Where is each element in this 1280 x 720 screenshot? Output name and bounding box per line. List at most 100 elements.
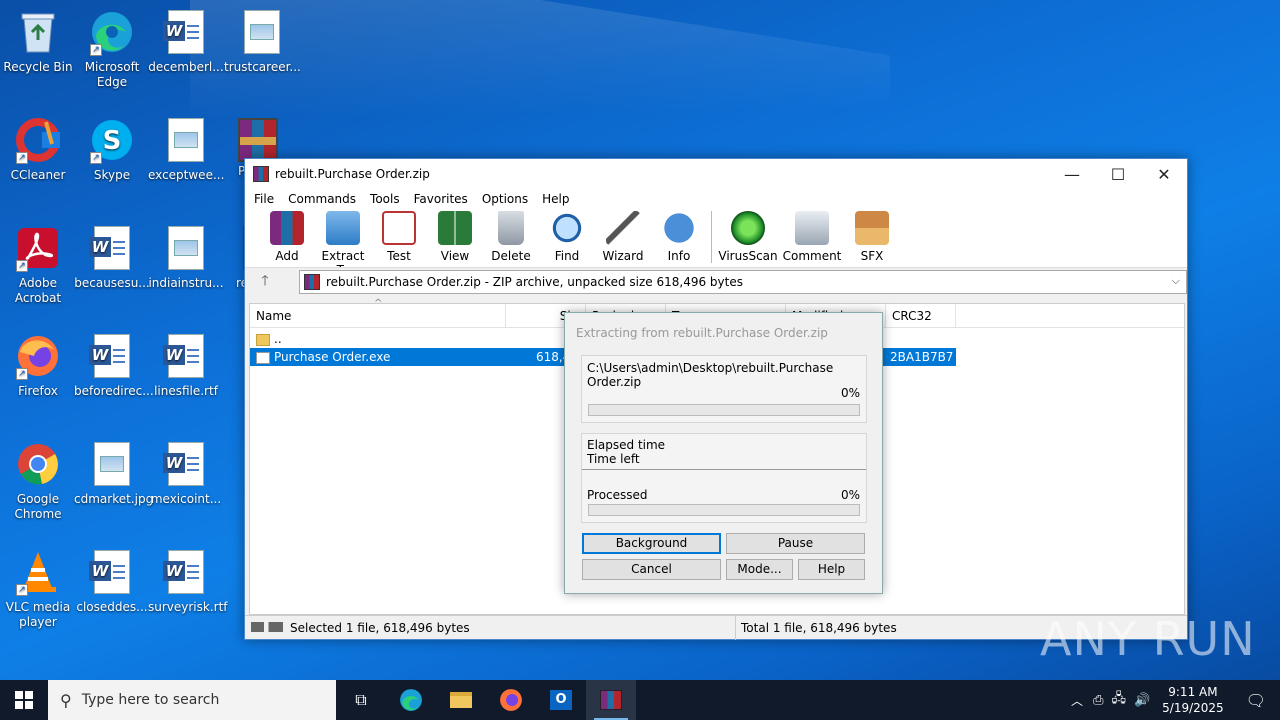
- toolbar-view-button[interactable]: View: [427, 209, 483, 263]
- overall-progress-panel: Elapsed time Time left Processed 0%: [581, 433, 867, 523]
- archive-path-field[interactable]: rebuilt.Purchase Order.zip - ZIP archive…: [299, 270, 1187, 294]
- column-crc32[interactable]: CRC32: [886, 304, 956, 328]
- desktop-icon-label: mexicoint...: [150, 492, 222, 506]
- drive-icon: [251, 622, 283, 632]
- menu-options[interactable]: Options: [475, 192, 535, 206]
- desktop-icon-doc[interactable]: W surveyrisk.rtf: [148, 548, 228, 615]
- skype-icon: S ↗: [88, 116, 136, 164]
- desktop-icon-chrome[interactable]: Google Chrome: [0, 440, 76, 522]
- toolbar: Add Extract To Test View Delete Find Wiz…: [245, 209, 1187, 277]
- background-button[interactable]: Background: [582, 533, 721, 554]
- help-button[interactable]: Help: [798, 559, 865, 580]
- edge-icon: ↗: [88, 8, 136, 56]
- desktop-icon-label: indiainstru...: [148, 276, 224, 290]
- desktop-icon-doc[interactable]: W mexicoint...: [148, 440, 224, 507]
- vlc-cone-icon: ↗: [14, 548, 62, 596]
- word-doc-icon: W: [88, 224, 136, 272]
- edge-icon: [400, 689, 422, 711]
- toolbar-label: Info: [667, 249, 691, 263]
- meet-now-icon[interactable]: ⎙: [1093, 693, 1103, 708]
- clock[interactable]: 9:11 AM 5/19/2025: [1162, 684, 1224, 716]
- winrar-app-icon: [600, 690, 622, 710]
- desktop-icon-label: exceptwee...: [148, 168, 225, 182]
- menu-file[interactable]: File: [247, 192, 281, 206]
- volume-icon[interactable]: 🔊: [1134, 693, 1150, 708]
- maximize-button[interactable]: ☐: [1095, 159, 1141, 189]
- menu-help[interactable]: Help: [535, 192, 576, 206]
- taskbar-firefox[interactable]: [486, 680, 536, 720]
- svg-text:S: S: [103, 126, 122, 156]
- folder-icon: [450, 692, 472, 708]
- toolbar-wizard-button[interactable]: Wizard: [595, 209, 651, 263]
- toolbar-sfx-button[interactable]: SFX: [844, 209, 900, 263]
- extract-source-path: C:\Users\admin\Desktop\rebuilt.Purchase …: [587, 361, 834, 389]
- word-doc-icon: W: [88, 548, 136, 596]
- minimize-button[interactable]: —: [1049, 159, 1095, 189]
- desktop-icon-image[interactable]: trustcareer...: [224, 8, 301, 75]
- word-doc-icon: W: [162, 8, 210, 56]
- menu-favorites[interactable]: Favorites: [407, 192, 475, 206]
- desktop-icon-doc[interactable]: W beforedirec...: [74, 332, 154, 399]
- desktop-icon-partial-rar[interactable]: ret: [224, 224, 244, 291]
- desktop-icon-doc[interactable]: W linesfile.rtf: [148, 332, 224, 399]
- pause-button[interactable]: Pause: [726, 533, 865, 554]
- desktop-icon-label: linesfile.rtf: [154, 384, 218, 398]
- list-item-parent[interactable]: ..: [250, 330, 506, 348]
- toolbar-virusscan-button[interactable]: VirusScan: [716, 209, 780, 263]
- toolbar-label: Test: [387, 249, 411, 263]
- toolbar-info-button[interactable]: Info: [651, 209, 707, 263]
- toolbar-add-button[interactable]: Add: [259, 209, 315, 263]
- desktop-icon-image[interactable]: cdmarket.jpg: [74, 440, 153, 507]
- taskbar-winrar[interactable]: [586, 680, 636, 720]
- taskbar-search-box[interactable]: ⚲ Type here to search: [48, 680, 336, 720]
- chevron-down-icon[interactable]: ⌵: [1172, 274, 1180, 288]
- toolbar-find-button[interactable]: Find: [539, 209, 595, 263]
- processed-percent: 0%: [840, 488, 860, 502]
- shortcut-arrow-icon: ↗: [90, 44, 102, 56]
- anyrun-watermark: ANY RUN: [1040, 612, 1256, 666]
- desktop-icon-recycle-bin[interactable]: Recycle Bin: [0, 8, 76, 75]
- archive-path-text: rebuilt.Purchase Order.zip - ZIP archive…: [326, 275, 743, 289]
- menu-tools[interactable]: Tools: [363, 192, 407, 206]
- toolbar-separator: [711, 211, 712, 263]
- acrobat-icon: ↗: [14, 224, 62, 272]
- up-folder-icon[interactable]: 🡑: [245, 270, 285, 294]
- desktop-icon-label: ret: [236, 276, 244, 290]
- taskbar-file-explorer[interactable]: [436, 680, 486, 720]
- desktop-icon-doc[interactable]: W becausesu...: [74, 224, 150, 291]
- notification-icon[interactable]: 🗨: [1246, 691, 1266, 710]
- menu-commands[interactable]: Commands: [281, 192, 363, 206]
- find-magnifier-icon: [550, 211, 584, 245]
- file-percent: 0%: [840, 386, 860, 400]
- toolbar-test-button[interactable]: Test: [371, 209, 427, 263]
- start-button[interactable]: [0, 680, 48, 720]
- clock-time: 9:11 AM: [1168, 685, 1218, 699]
- extract-progress-dialog: Extracting from rebuilt.Purchase Order.z…: [564, 312, 883, 594]
- toolbar-comment-button[interactable]: Comment: [780, 209, 844, 263]
- task-view-button[interactable]: ⧉: [336, 680, 386, 720]
- mode-button[interactable]: Mode...: [726, 559, 793, 580]
- exe-file-icon: [256, 351, 270, 364]
- chevron-up-icon[interactable]: ︿: [1071, 692, 1083, 709]
- toolbar-delete-button[interactable]: Delete: [483, 209, 539, 263]
- close-button[interactable]: ✕: [1141, 159, 1187, 189]
- network-icon[interactable]: 🖧: [1111, 689, 1126, 711]
- desktop-icon-edge[interactable]: ↗ Microsoft Edge: [74, 8, 150, 90]
- desktop-icon-vlc[interactable]: ↗ VLC media player: [0, 548, 76, 630]
- desktop-icon-skype[interactable]: S ↗ Skype: [74, 116, 150, 183]
- recycle-bin-icon: [14, 8, 62, 56]
- desktop-icon-image[interactable]: indiainstru...: [148, 224, 224, 291]
- word-doc-icon: W: [162, 332, 210, 380]
- taskbar-edge[interactable]: [386, 680, 436, 720]
- desktop-icon-doc[interactable]: W decemberl...: [148, 8, 224, 75]
- desktop-icon-ccleaner[interactable]: ↗ CCleaner: [0, 116, 76, 183]
- taskbar-outlook[interactable]: O: [536, 680, 586, 720]
- cancel-button[interactable]: Cancel: [582, 559, 721, 580]
- desktop-icon-acrobat[interactable]: ↗ Adobe Acrobat: [0, 224, 76, 306]
- desktop-icon-image[interactable]: exceptwee...: [148, 116, 224, 183]
- desktop-icon-firefox[interactable]: ↗ Firefox: [0, 332, 76, 399]
- title-bar[interactable]: rebuilt.Purchase Order.zip — ☐ ✕: [245, 159, 1187, 189]
- desktop-icon-doc[interactable]: W closeddes...: [74, 548, 150, 615]
- folder-icon: [256, 333, 270, 346]
- shortcut-arrow-icon: ↗: [16, 152, 28, 164]
